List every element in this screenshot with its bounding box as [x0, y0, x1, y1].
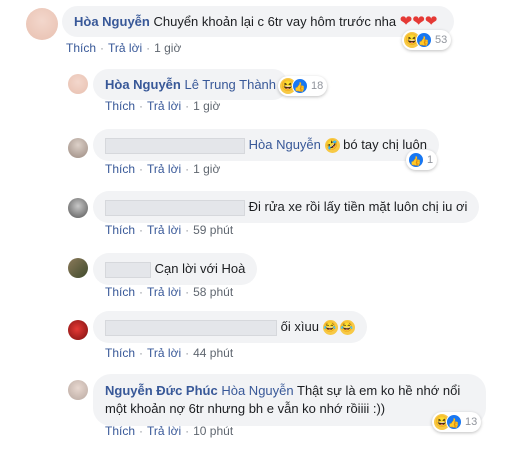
- haha-icon: 😂: [339, 320, 355, 336]
- reply-3: Đi rửa xe rồi lấy tiền mặt luôn chị iu ơ…: [0, 186, 513, 242]
- reaction-count[interactable]: 😆 👍 18: [278, 76, 328, 96]
- avatar[interactable]: [26, 8, 58, 40]
- comment-bubble: ối xìuu 😂 😂: [93, 311, 367, 343]
- reply-link[interactable]: Trả lời: [147, 285, 181, 299]
- reply-link[interactable]: Trả lời: [108, 41, 142, 55]
- mention-tag[interactable]: Lê Trung Thành: [184, 77, 276, 92]
- reply-link[interactable]: Trả lời: [147, 162, 181, 176]
- like-link[interactable]: Thích: [105, 424, 135, 438]
- comment-actions: Thích · Trả lời · 10 phút: [105, 424, 234, 438]
- reply-6: Nguyễn Đức Phúc Hòa Nguyễn Thật sự là em…: [0, 372, 513, 450]
- like-link[interactable]: Thích: [105, 223, 135, 237]
- like-link[interactable]: Thích: [66, 41, 96, 55]
- reply-4: Cạn lời với Hoà Thích · Trả lời · 58 phút: [0, 248, 513, 304]
- heart-icon: ❤❤❤: [399, 13, 438, 30]
- commenter-name[interactable]: Hòa Nguyễn: [105, 77, 181, 92]
- like-link[interactable]: Thích: [105, 346, 135, 360]
- timestamp[interactable]: 1 giờ: [154, 41, 181, 55]
- comment-actions: Thích · Trả lời · 1 giờ: [105, 162, 221, 176]
- comment-bubble: Hòa Nguyễn Chuyển khoản lại c 6tr vay hô…: [62, 6, 454, 37]
- comment-bubble: Nguyễn Đức Phúc Hòa Nguyễn Thật sự là em…: [93, 374, 486, 426]
- reply-5: ối xìuu 😂 😂 Thích · Trả lời · 44 phút: [0, 308, 513, 368]
- comment-bubble: Hòa Nguyễn Lê Trung Thành: [93, 69, 289, 100]
- like-link[interactable]: Thích: [105, 162, 135, 176]
- like-link[interactable]: Thích: [105, 99, 135, 113]
- comment-actions: Thích · Trả lời · 1 giờ: [105, 99, 221, 113]
- mention-tag[interactable]: Hòa Nguyễn: [249, 137, 321, 152]
- comment-actions: Thích · Trả lời · 44 phút: [105, 346, 234, 360]
- reaction-count[interactable]: 👍 1: [406, 150, 438, 170]
- reply-link[interactable]: Trả lời: [147, 99, 181, 113]
- timestamp[interactable]: 59 phút: [193, 223, 233, 237]
- redacted-name: [105, 319, 277, 336]
- comment-text: ối xìuu: [280, 319, 319, 334]
- commenter-name[interactable]: Hòa Nguyễn: [74, 14, 150, 29]
- like-icon: 👍: [416, 32, 432, 48]
- mention-tag[interactable]: Hòa Nguyễn: [221, 383, 293, 398]
- like-icon: 👍: [446, 414, 462, 430]
- rofl-icon: 🤣: [324, 138, 340, 154]
- like-icon: 👍: [408, 152, 424, 168]
- comment-bubble: Cạn lời với Hoà: [93, 253, 258, 285]
- comment-actions: Thích · Trả lời · 59 phút: [105, 223, 234, 237]
- comment-actions: Thích · Trả lời · 1 giờ: [66, 41, 182, 55]
- timestamp[interactable]: 58 phút: [193, 285, 233, 299]
- comment-text: Cạn lời với Hoà: [154, 261, 246, 276]
- avatar[interactable]: [68, 198, 88, 218]
- commenter-name[interactable]: Nguyễn Đức Phúc: [105, 383, 218, 398]
- comment-bubble: Đi rửa xe rồi lấy tiền mặt luôn chị iu ơ…: [93, 191, 480, 223]
- timestamp[interactable]: 10 phút: [193, 424, 233, 438]
- reply-link[interactable]: Trả lời: [147, 346, 181, 360]
- avatar[interactable]: [68, 74, 88, 94]
- reply-2: Hòa Nguyễn 🤣 bó tay chị luôn 👍 1 Thích · T…: [0, 122, 513, 182]
- comment-text: Đi rửa xe rồi lấy tiền mặt luôn chị iu ơ…: [248, 199, 468, 214]
- avatar[interactable]: [68, 138, 88, 158]
- like-link[interactable]: Thích: [105, 285, 135, 299]
- reply-link[interactable]: Trả lời: [147, 424, 181, 438]
- timestamp[interactable]: 44 phút: [193, 346, 233, 360]
- redacted-name: [105, 261, 151, 278]
- comment-actions: Thích · Trả lời · 58 phút: [105, 285, 234, 299]
- reaction-count[interactable]: 😆 👍 53: [402, 30, 452, 50]
- like-icon: 👍: [292, 78, 308, 94]
- haha-icon: 😂: [322, 320, 338, 336]
- timestamp[interactable]: 1 giờ: [193, 99, 220, 113]
- comment-bubble: Hòa Nguyễn 🤣 bó tay chị luôn: [93, 129, 439, 161]
- reply-1: Hòa Nguyễn Lê Trung Thành 😆 👍 18 Thích · Tr…: [0, 62, 513, 118]
- redacted-name: [105, 199, 245, 216]
- redacted-name: [105, 137, 245, 154]
- avatar[interactable]: [68, 320, 88, 340]
- avatar[interactable]: [68, 380, 88, 400]
- timestamp[interactable]: 1 giờ: [193, 162, 220, 176]
- avatar[interactable]: [68, 258, 88, 278]
- reaction-count[interactable]: 😆 👍 13: [432, 412, 482, 432]
- reply-link[interactable]: Trả lời: [147, 223, 181, 237]
- comment-text: Chuyển khoản lại c 6tr vay hôm trước nha: [153, 14, 397, 29]
- comment-1: Hòa Nguyễn Chuyển khoản lại c 6tr vay hô…: [0, 0, 513, 60]
